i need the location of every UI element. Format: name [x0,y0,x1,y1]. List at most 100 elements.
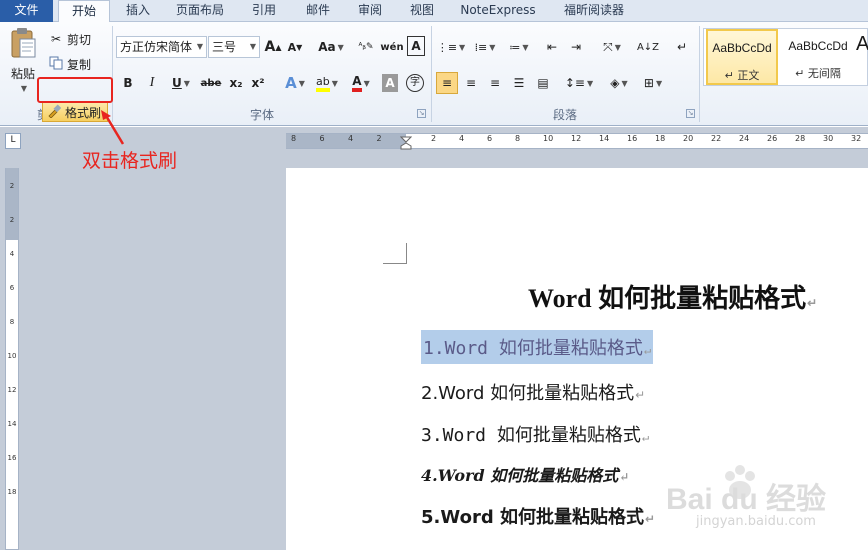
font-family-select[interactable]: 方正仿宋简体 ▼ [116,36,207,58]
paste-icon[interactable] [6,26,40,60]
align-left-button[interactable]: ≡ [436,72,458,94]
tab-page-layout[interactable]: 页面布局 [168,0,232,22]
phonetic-guide-button[interactable]: wén [380,36,404,58]
paragraph-launcher-icon[interactable]: ↘ [686,109,695,118]
paste-dropdown-icon[interactable]: ▼ [16,82,30,94]
shrink-font-button[interactable]: A ▼ [286,36,304,58]
vertical-ruler-tick-label: 16 [7,454,17,462]
cut-button[interactable]: ✂ 剪切 [48,30,98,48]
doc-line-5[interactable]: 5.Word 如何批量粘贴格式↵ [421,503,655,529]
paragraph-mark: ↵ [644,512,656,526]
numbering-button[interactable]: ⁞≡ ▼ [470,36,500,58]
strikethrough-button[interactable]: abe [200,72,222,94]
grow-font-button[interactable]: A ▲ [264,36,282,58]
shading-button[interactable]: ◈ ▼ [604,72,634,94]
paste-button[interactable]: 粘贴 [8,64,38,82]
ruler-tick-label: 8 [291,134,297,143]
increase-indent-icon: ⇥ [570,40,582,54]
doc-line-text: 1.Word 如何批量粘贴格式 [423,338,643,359]
grow-font-icon: A [264,39,276,55]
borders-icon: ⊞ [643,76,654,90]
font-family-value: 方正仿宋简体 [120,40,193,54]
font-color-button[interactable]: A ▼ [346,72,376,94]
tab-noteexpress[interactable]: NoteExpress [452,0,544,22]
annotation-label: 双击格式刷 [82,150,178,172]
enclose-char-icon: 字 [406,74,424,92]
style-heading-1[interactable]: A [856,29,868,85]
borders-button[interactable]: ⊞ ▼ [638,72,668,94]
style-normal-sample: AaBbCcDd [712,41,772,55]
char-shading-button[interactable]: A [382,74,398,92]
chinese-layout-button[interactable]: ⤧ ▼ [596,36,628,58]
bold-button[interactable]: B [118,72,138,94]
bullets-button[interactable]: ⋮≡ ▼ [436,36,466,58]
indent-marker-icon[interactable] [399,136,413,150]
doc-line-1-selected[interactable]: 1.Word 如何批量粘贴格式↵ [421,330,654,364]
font-group-label: 字体 [249,108,274,122]
tab-references[interactable]: 引用 [244,0,284,22]
align-right-icon: ≡ [489,76,501,90]
show-marks-button[interactable]: ↵ [672,36,692,58]
vertical-ruler-tick-label: 2 [9,182,15,190]
ruler-tick-label: 26 [767,134,778,143]
document-title[interactable]: Word 如何批量粘贴格式↵ [528,278,817,315]
paragraph-mark: ↵ [619,470,630,484]
distributed-button[interactable]: ▤ [532,72,554,94]
text-effects-button[interactable]: A ▼ [280,72,310,94]
paint-bucket-icon: ◈ [610,76,620,90]
clear-format-icon: ᴬᵦ✎ [358,42,374,52]
tab-view[interactable]: 视图 [402,0,442,22]
char-border-button[interactable]: A [407,36,425,56]
sort-button[interactable]: A↓Z [636,36,660,58]
paragraph-mark: ↵ [635,388,646,402]
clear-format-button[interactable]: ᴬᵦ✎ [356,36,376,58]
align-right-button[interactable]: ≡ [484,72,506,94]
change-case-button[interactable]: Aa ▼ [316,36,346,58]
vertical-ruler-tick-label: 18 [7,488,17,496]
align-center-button[interactable]: ≡ [460,72,482,94]
ruler-tick-label: 6 [319,134,325,143]
tab-selector[interactable]: L [5,133,21,149]
multilevel-list-button[interactable]: ≔ ▼ [504,36,534,58]
vertical-ruler-margin [6,168,18,240]
doc-line-3[interactable]: 3.Word 如何批量粘贴格式↵ [421,421,649,447]
tab-review[interactable]: 审阅 [350,0,390,22]
highlight-color-button[interactable]: ab ▼ [312,72,342,94]
margin-corner-mark [383,243,407,264]
italic-button[interactable]: I [142,72,162,94]
style-normal[interactable]: AaBbCcDd ↵ 正文 [706,29,778,85]
ruler-tick-label: 2 [376,134,382,143]
style-no-spacing[interactable]: AaBbCcDd ↵ 无间隔 [782,29,854,85]
chevron-down-icon: ▼ [196,42,203,51]
ribbon-tab-bar: 文件 开始 插入 页面布局 引用 邮件 审阅 视图 NoteExpress 福昕… [0,0,868,23]
font-size-select[interactable]: 三号 ▼ [208,36,260,58]
style-heading-sample: A [856,33,868,55]
tab-home[interactable]: 开始 [58,0,110,23]
line-spacing-button[interactable]: ↕≡ ▼ [564,72,594,94]
tab-file[interactable]: 文件 [0,0,53,22]
ruler-tick-label: 8 [515,134,521,143]
enclose-char-button[interactable]: 字 [404,72,426,94]
superscript-button[interactable]: x² [248,72,268,94]
tab-foxit-reader[interactable]: 福昕阅读器 [556,0,632,22]
bullet-list-icon: ⋮≡ [436,40,458,54]
tab-mailings[interactable]: 邮件 [298,0,338,22]
increase-indent-button[interactable]: ⇥ [566,36,586,58]
underline-button[interactable]: U ▼ [166,72,196,94]
style-no-spacing-sample: AaBbCcDd [788,39,848,53]
scissors-icon: ✂ [50,32,62,46]
font-launcher-icon[interactable]: ↘ [417,109,426,118]
subscript-button[interactable]: x₂ [226,72,246,94]
distributed-icon: ▤ [537,76,549,90]
copy-button[interactable]: 复制 [48,55,98,73]
doc-line-4[interactable]: 4.Word 如何批量粘贴格式↵ [421,462,629,486]
doc-line-2[interactable]: 2.Word 如何批量粘贴格式↵ [421,379,645,405]
justify-button[interactable]: ☰ [508,72,530,94]
vertical-ruler-tick-label: 10 [7,352,17,360]
char-border-icon: A [411,39,421,53]
watermark-url: jingyan.baidu.com [696,514,816,529]
decrease-indent-button[interactable]: ⇤ [542,36,562,58]
ruler-tick-label: 16 [627,134,638,143]
paragraph-mark: ↵ [807,296,818,310]
tab-insert[interactable]: 插入 [118,0,158,22]
